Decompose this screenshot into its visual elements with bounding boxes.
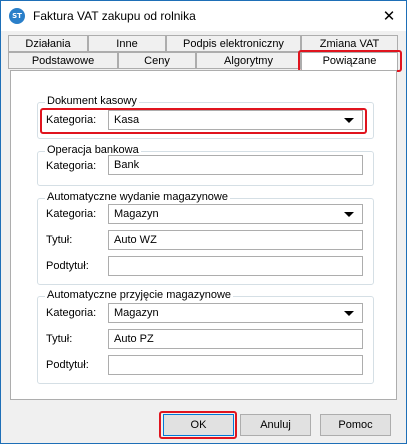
select-value: Kasa [114,114,140,126]
wydanie-category-select[interactable]: Magazyn [108,204,363,224]
input-value: Auto PZ [114,333,154,345]
chevron-down-icon [344,118,354,123]
podtytul-label: Podtytuł: [46,260,89,272]
tab-podpis-elektroniczny[interactable]: Podpis elektroniczny [166,35,301,52]
ok-button[interactable]: OK [163,414,234,436]
tab-inne[interactable]: Inne [88,35,166,52]
wydanie-podtytul-input[interactable] [108,256,363,276]
tab-powiazane[interactable]: Powiązane [301,52,398,71]
tab-algorytmy[interactable]: Algorytmy [196,52,301,69]
select-value: Bank [114,159,140,171]
select-value: Magazyn [114,208,159,220]
app-icon: ST [9,8,25,24]
tab-podstawowe[interactable]: Podstawowe [8,52,118,69]
window-title: Faktura VAT zakupu od rolnika [33,9,196,23]
tab-dzialania[interactable]: Działania [8,35,88,52]
kategoria-label: Kategoria: [46,160,97,172]
title-bar: ST Faktura VAT zakupu od rolnika ✕ [1,1,406,31]
kasa-category-select[interactable]: Kasa [108,110,363,130]
przyjecie-tytul-input[interactable]: Auto PZ [108,329,363,349]
tab-zmiana-vat[interactable]: Zmiana VAT [301,35,398,52]
bank-category-select[interactable]: Bank [108,155,363,175]
przyjecie-category-select[interactable]: Magazyn [108,303,363,323]
group-title: Automatyczne przyjęcie magazynowe [45,289,234,301]
tab-ceny[interactable]: Ceny [118,52,196,69]
chevron-down-icon [344,311,354,316]
kategoria-label: Kategoria: [46,208,97,220]
przyjecie-podtytul-input[interactable] [108,355,363,375]
input-value: Auto WZ [114,234,157,246]
wydanie-tytul-input[interactable]: Auto WZ [108,230,363,250]
tytul-label: Tytuł: [46,333,73,345]
kategoria-label: Kategoria: [46,114,97,126]
chevron-down-icon [344,212,354,217]
select-value: Magazyn [114,307,159,319]
tab-panel: Dokument kasowy Kategoria: Kasa Operacja… [10,70,397,400]
podtytul-label: Podtytuł: [46,359,89,371]
tytul-label: Tytuł: [46,234,73,246]
kategoria-label: Kategoria: [46,307,97,319]
help-button[interactable]: Pomoc [320,414,391,436]
dialog-window: ST Faktura VAT zakupu od rolnika ✕ Dział… [0,0,407,444]
cancel-button[interactable]: Anuluj [240,414,311,436]
group-title: Dokument kasowy [45,95,139,107]
group-title: Automatyczne wydanie magazynowe [45,191,230,203]
close-icon[interactable]: ✕ [380,7,398,25]
